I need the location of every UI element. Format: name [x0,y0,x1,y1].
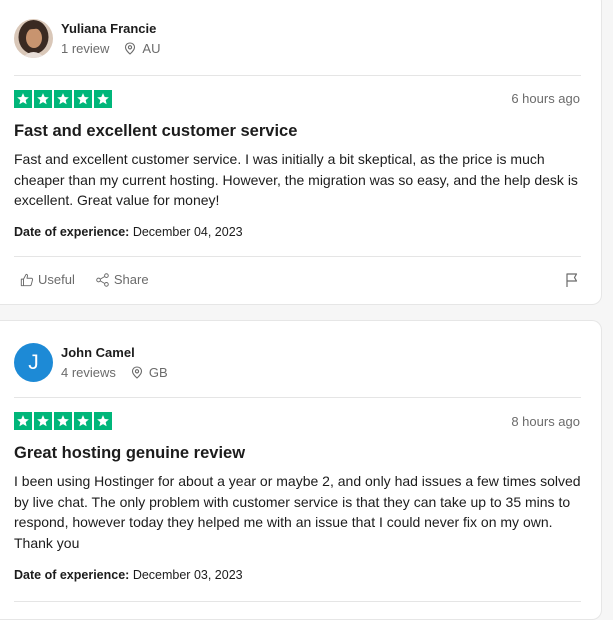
location-pin-icon [131,366,143,379]
review-card: J John Camel 4 reviews GB 8 hours ago Gr… [0,320,602,620]
review-time: 6 hours ago [511,91,580,106]
flag-icon[interactable] [565,272,579,293]
reviewer-country: AU [142,41,161,56]
thumbs-up-icon [20,273,34,287]
star-icon [74,90,92,108]
header-divider [14,75,581,76]
reviewer-header: Yuliana Francie 1 review AU [14,19,160,58]
experience-label: Date of experience: [14,568,130,582]
reviewer-header: J John Camel 4 reviews GB [14,343,168,382]
reviewer-info: John Camel 4 reviews GB [61,344,168,381]
share-button[interactable]: Share [95,272,149,287]
review-title[interactable]: Fast and excellent customer service [14,122,297,141]
reviewer-info: Yuliana Francie 1 review AU [61,20,160,57]
header-divider [14,397,581,398]
date-of-experience: Date of experience: December 03, 2023 [14,568,243,582]
reviewer-avatar[interactable]: J [14,343,53,382]
experience-date: December 04, 2023 [132,225,243,239]
star-icon [94,412,112,430]
star-icon [94,90,112,108]
review-count: 4 reviews [61,365,116,380]
star-icon [14,412,32,430]
useful-button[interactable]: Useful [20,272,75,287]
review-body: Fast and excellent customer service. I w… [14,151,578,208]
review-count: 1 review [61,41,110,56]
review-title[interactable]: Great hosting genuine review [14,444,245,463]
experience-label: Date of experience: [14,225,130,239]
review-time: 8 hours ago [511,414,580,429]
star-icon [14,90,32,108]
star-icon [74,412,92,430]
review-actions: Useful Share [20,272,169,287]
share-icon [95,272,110,287]
useful-label: Useful [38,272,75,287]
date-of-experience: Date of experience: December 04, 2023 [14,225,243,239]
reviewer-country: GB [148,365,168,380]
star-rating [14,90,112,108]
reviewer-meta: 1 review AU [61,40,160,57]
share-label: Share [113,272,149,287]
reviewer-name[interactable]: Yuliana Francie [61,20,160,37]
reviewer-meta: 4 reviews GB [61,364,168,381]
actions-divider [14,256,581,257]
star-rating [14,412,112,430]
reviewer-name[interactable]: John Camel [61,344,168,361]
star-icon [54,412,72,430]
experience-date: December 03, 2023 [132,568,243,582]
review-card: Yuliana Francie 1 review AU 6 hours ago … [0,0,602,305]
location-pin-icon [124,42,136,55]
star-icon [34,90,52,108]
star-icon [54,90,72,108]
reviewer-avatar[interactable] [14,19,53,58]
actions-divider [14,601,581,602]
star-icon [34,412,52,430]
review-body: I been using Hostinger for about a year … [14,473,581,551]
